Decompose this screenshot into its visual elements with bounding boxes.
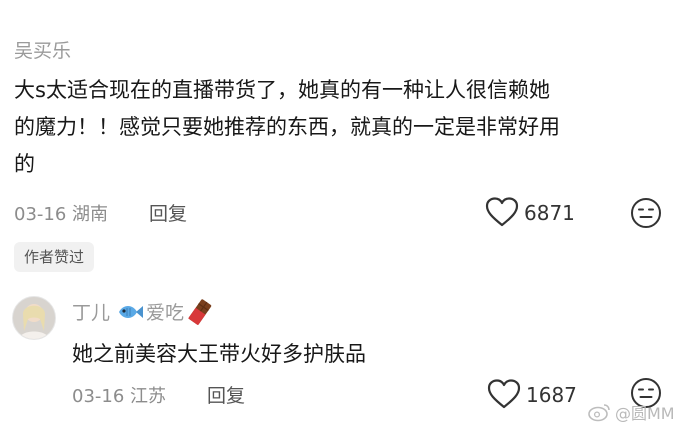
- comment-date: 03-16: [14, 204, 67, 225]
- like-count: 1687: [526, 383, 577, 407]
- reply-username-suffix: 爱吃: [146, 302, 185, 324]
- reply-button[interactable]: 回复: [207, 381, 245, 408]
- reply-meta: 03-16 江苏: [72, 382, 166, 408]
- like-count: 6871: [524, 201, 575, 225]
- neutral-face-icon[interactable]: [630, 197, 662, 229]
- comment-text: 大s太适合现在的直播带货了，她真的有一种让人很信赖她 的魔力！！感觉只要她推荐的…: [14, 72, 684, 183]
- comment-location: 湖南: [72, 204, 109, 225]
- author-liked-badge: 作者赞过: [14, 242, 95, 272]
- reply-text: 她之前美容大王带火好多护肤品: [72, 342, 366, 366]
- comment-text-line: 的: [14, 152, 35, 176]
- comment-text-line: 大s太适合现在的直播带货了，她真的有一种让人很信赖她: [14, 78, 550, 102]
- watermark-text: @圆MM: [615, 404, 675, 423]
- comment-meta: 03-16 湖南: [14, 200, 108, 226]
- comment-text-line: 的魔力！！感觉只要她推荐的东西，就真的一定是非常好用: [14, 115, 560, 139]
- reply-username[interactable]: 丁儿 爱吃: [72, 298, 213, 325]
- chocolate-emoji-icon: [187, 298, 213, 325]
- reply-location: 江苏: [130, 386, 167, 407]
- heart-outline-icon[interactable]: [485, 197, 519, 227]
- comment-username[interactable]: 吴买乐: [14, 36, 71, 63]
- fish-emoji-icon: [116, 302, 144, 322]
- reply-date: 03-16: [72, 386, 125, 407]
- reply-button[interactable]: 回复: [149, 199, 187, 226]
- reply-username-prefix: 丁儿: [72, 302, 111, 324]
- avatar[interactable]: [12, 296, 56, 340]
- watermark: @圆MM: [588, 400, 675, 424]
- heart-outline-icon[interactable]: [487, 379, 521, 409]
- weibo-logo-icon: [588, 402, 612, 422]
